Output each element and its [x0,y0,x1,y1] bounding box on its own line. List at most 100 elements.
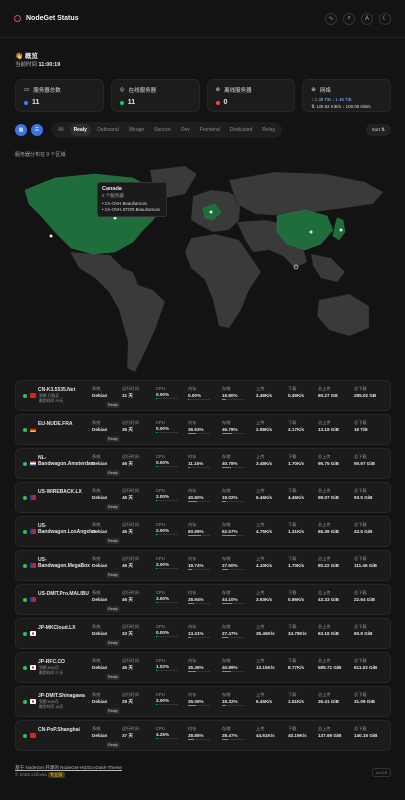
usage-bar [156,432,178,434]
usage-bar [188,433,210,435]
metric-os: 系统 Debian [92,726,108,738]
metric-tdown: 总下载 611.02 GiB [354,658,378,670]
status-dot [23,598,27,602]
os-badge: Realy [106,470,120,476]
metric-tdown: 总下载 140.15 GiB [354,726,378,738]
server-name: JP-RFC.CO [38,659,65,665]
usage-bar [156,670,178,672]
metric-cpu: CPU 0.00% [156,454,178,468]
usage-bar [156,466,178,468]
search-icon[interactable]: ⌕ [343,12,355,25]
world-map[interactable] [15,160,391,380]
metric-uptime: 运行时间 46 天 [122,522,139,534]
usage-bar [188,569,210,571]
globe-icon: ⊕ [311,87,316,93]
region-africa [184,233,262,329]
metric-tup: 总上传 63.16 GiB [318,624,339,636]
metric-tup: 总上传 65.39 GiB [318,522,339,534]
usage-bar [156,398,178,400]
footer-copyright: © 2025 x1flowa 专业版 [15,772,65,778]
tab-service[interactable]: Service [150,124,175,136]
os-badge: Realy [106,606,120,612]
flag-icon [30,699,36,704]
usage-bar [222,569,244,571]
metric-disk: 存储 28.47% [222,726,244,741]
metric-up: 上传 2.48K/s [256,386,273,398]
metric-uptime: 运行时间 31 天 [122,386,139,398]
server-row[interactable]: CN-K3.5535.Net 到期 已购买 剩余时间 29天 系统 Debian 运行时间… [15,380,391,411]
tab-dev[interactable]: Dev [177,124,194,136]
sort-button[interactable]: Sort ⇅ [365,123,391,136]
translate-icon[interactable]: A [361,12,373,25]
server-row[interactable]: JP-DMIT.Shinagawa 到期 ¥49/月 剩余时间 18天 系统 Debia… [15,686,391,717]
grid-view-button[interactable]: ▦ [15,123,27,136]
tab-frontend[interactable]: Frontend [196,124,224,136]
server-row[interactable]: US-Bandwagon.LosAngeles 系统 Debian 运行时间 46 天 C… [15,516,391,547]
server-row[interactable]: EU-NUDE.FRA 系统 Debian 运行时间 35 天 CPU 0.00% 内存 36.… [15,414,391,445]
metric-uptime: 运行时间 46 天 [122,556,139,568]
metric-uptime: 运行时间 46 天 [122,488,139,500]
metric-cpu: CPU 4.25% [156,726,178,740]
metric-disk: 存储 46.78% [222,420,244,435]
metric-mem: 内存 40.60% [188,488,210,503]
usage-bar [222,705,244,707]
metric-os: 系统 Debian [92,420,108,432]
usage-bar [188,467,210,469]
status-dot [23,496,27,500]
theme-icon[interactable]: ☾ [379,12,391,25]
usage-bar [188,535,210,537]
map-marker [339,228,343,232]
activity-icon[interactable]: ∿ [325,12,337,25]
metric-tdown: 总下载 16 TiB [354,420,368,432]
tab-all[interactable]: All [54,124,68,136]
metric-mem: 内存 18.74% [188,556,210,571]
metric-mem: 内存 35.09% [188,692,210,707]
metric-os: 系统 Debian [92,624,108,636]
server-row[interactable]: NL-Bandwagon.Amsterdam 系统 Debian 运行时间 46 天 CP… [15,448,391,479]
os-badge: Realy [106,402,120,408]
metric-tdown: 总下载 43.5 GiB [354,522,373,534]
os-badge: Realy [106,538,120,544]
usage-bar [188,637,210,639]
server-icon: ▭ [24,87,30,93]
metric-mem: 内存 0.00% [188,386,210,401]
server-name: US-Bandwagon.MegaBox [38,557,90,569]
metric-disk: 存储 62.57% [222,522,244,537]
flag-icon [30,631,36,636]
logo-icon [14,15,21,22]
server-row[interactable]: US-Bandwagon.MegaBox 系统 Debian 运行时间 46 天 CPU 2… [15,550,391,581]
map-caption: 服务器分布在 9 个区域 [15,152,66,158]
metric-os: 系统 Debian [92,386,108,398]
server-name: CN-PoP.Shanghai [38,727,80,733]
metric-disk: 存储 27.47% [222,624,244,639]
server-row[interactable]: JP-MKCloud.LX 系统 Debian 运行时间 33 天 CPU 0.00% 内存 1… [15,618,391,649]
usage-bar [156,704,178,706]
metric-tup: 总上传 98.07 GiB [318,488,339,500]
metric-tup: 总上传 95.75 GiB [318,454,339,466]
metric-cpu: CPU 3.00% [156,590,178,604]
usage-bar [222,739,244,741]
server-row[interactable]: JP-RFC.CO 到期 ¥30/月 剩余时间 27天 系统 Debian 运行时间 46 … [15,652,391,683]
server-row[interactable]: US-DMIT.Pro.MALIBU 系统 Debian 运行时间 46 天 CPU 3.0… [15,584,391,615]
server-row[interactable]: CN-PoP.Shanghai 系统 Debian 运行时间 37 天 CPU 4.25% 内… [15,720,391,751]
usage-bar [222,433,244,435]
list-view-button[interactable]: ☰ [31,123,43,136]
status-dot [23,394,27,398]
metric-disk: 存储 27.50% [222,556,244,571]
tab-outbound[interactable]: Outbound [93,124,123,136]
os-badge: Realy [106,640,120,646]
metric-down: 下载 8.77K/s [288,658,305,670]
tab-relay[interactable]: Relay [258,124,279,136]
tab-mirage[interactable]: Mirage [125,124,148,136]
metric-tup: 总上传 137.69 GiB [318,726,342,738]
metric-tdown: 总下载 31.09 GiB [354,692,375,704]
status-dot [23,666,27,670]
usage-bar [222,671,244,673]
region-latin-america [69,251,166,373]
usage-bar [188,671,210,673]
tab-realy[interactable]: Realy [69,123,91,136]
server-row[interactable]: US-WIREBACK.LX 系统 Debian 运行时间 46 天 CPU 2.00% 内存… [15,482,391,513]
total-servers-card: ▭ 服务器总数 11 [15,79,104,112]
tab-dedicated[interactable]: Dedicated [226,124,257,136]
flag-icon [30,461,36,466]
